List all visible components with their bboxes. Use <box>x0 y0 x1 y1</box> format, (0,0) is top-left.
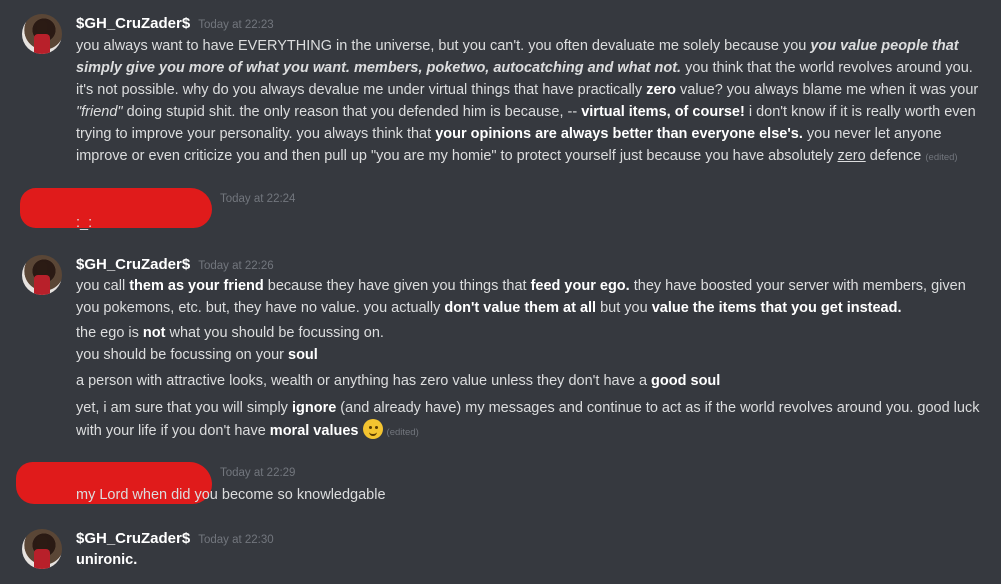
avatar-shirt <box>34 34 50 54</box>
avatar[interactable] <box>22 529 62 569</box>
text-bold: don't value them at all <box>444 300 597 316</box>
text-bold: zero <box>646 82 677 98</box>
text-bold: unironic. <box>76 552 138 568</box>
avatar-shirt <box>34 549 50 569</box>
message-content: you always want to have EVERYTHING in th… <box>76 35 988 169</box>
text-bold: moral values <box>269 423 359 439</box>
message-header: Today at 22:24 <box>220 193 295 205</box>
text-italic: "friend" <box>76 104 123 120</box>
message-header: $GH_CruZader$ Today at 22:30 <box>76 530 274 547</box>
text-bold: good soul <box>651 373 721 389</box>
text-segment: you call <box>76 278 130 294</box>
text-bold: virtual items, of course! <box>581 104 745 120</box>
text-bold: not <box>142 325 166 341</box>
message-content: a person with attractive looks, wealth o… <box>76 370 988 392</box>
text-segment: you should be focussing on your <box>76 347 288 363</box>
avatar-face <box>36 20 48 34</box>
message-header: $GH_CruZader$ Today at 22:23 <box>76 15 274 32</box>
avatar[interactable] <box>22 255 62 295</box>
text-bold: them as your friend <box>129 278 264 294</box>
timestamp[interactable]: Today at 22:30 <box>198 534 273 546</box>
username[interactable]: $GH_CruZader$ <box>76 15 190 32</box>
avatar[interactable] <box>22 14 62 54</box>
text-segment: because they have given you things that <box>263 278 531 294</box>
text-segment: doing stupid shit. the only reason that … <box>122 104 582 120</box>
text-bold: ignore <box>291 400 337 416</box>
message-content: yet, i am sure that you will simply igno… <box>76 397 988 444</box>
text-segment: defence <box>865 148 926 164</box>
text-segment: value? you always blame me when it was y… <box>676 82 979 98</box>
message-header: Today at 22:29 <box>220 467 295 479</box>
text-bold: feed your ego. <box>530 278 630 294</box>
avatar-face <box>36 261 48 275</box>
message-content: the ego is not what you should be focuss… <box>76 322 988 344</box>
edited-label: (edited) <box>386 427 419 438</box>
username[interactable]: $GH_CruZader$ <box>76 530 190 547</box>
timestamp[interactable]: Today at 22:23 <box>198 19 273 31</box>
timestamp[interactable]: Today at 22:26 <box>198 260 273 272</box>
message-content: unironic. <box>76 549 988 571</box>
edited-label: (edited) <box>925 152 958 163</box>
avatar-shirt <box>34 275 50 295</box>
text-segment: but you <box>596 300 652 316</box>
text-segment: you always want to have EVERYTHING in th… <box>76 38 811 54</box>
message-content: you call them as your friend because the… <box>76 275 988 319</box>
text-bold: your opinions are always better than eve… <box>435 126 803 142</box>
message-content: you should be focussing on your soul <box>76 344 988 366</box>
message-header: $GH_CruZader$ Today at 22:26 <box>76 256 274 273</box>
timestamp[interactable]: Today at 22:24 <box>220 193 295 205</box>
text-segment: the ego is <box>76 325 143 341</box>
message-content: my Lord when did you become so knowledga… <box>76 487 386 503</box>
avatar-face <box>36 535 48 549</box>
text-bold: soul <box>288 347 318 363</box>
text-segment: yet, i am sure that you will simply <box>76 400 292 416</box>
text-segment <box>358 423 362 439</box>
slight-smile-emoji-icon[interactable] <box>362 419 383 439</box>
message-content: :_: <box>76 215 93 231</box>
text-segment: what you should be focussing on. <box>165 325 384 341</box>
timestamp[interactable]: Today at 22:29 <box>220 467 295 479</box>
text-segment: a person with attractive looks, wealth o… <box>76 373 652 389</box>
username[interactable]: $GH_CruZader$ <box>76 256 190 273</box>
text-underline: zero <box>837 148 866 164</box>
text-bold: value the items that you get instead. <box>651 300 902 316</box>
